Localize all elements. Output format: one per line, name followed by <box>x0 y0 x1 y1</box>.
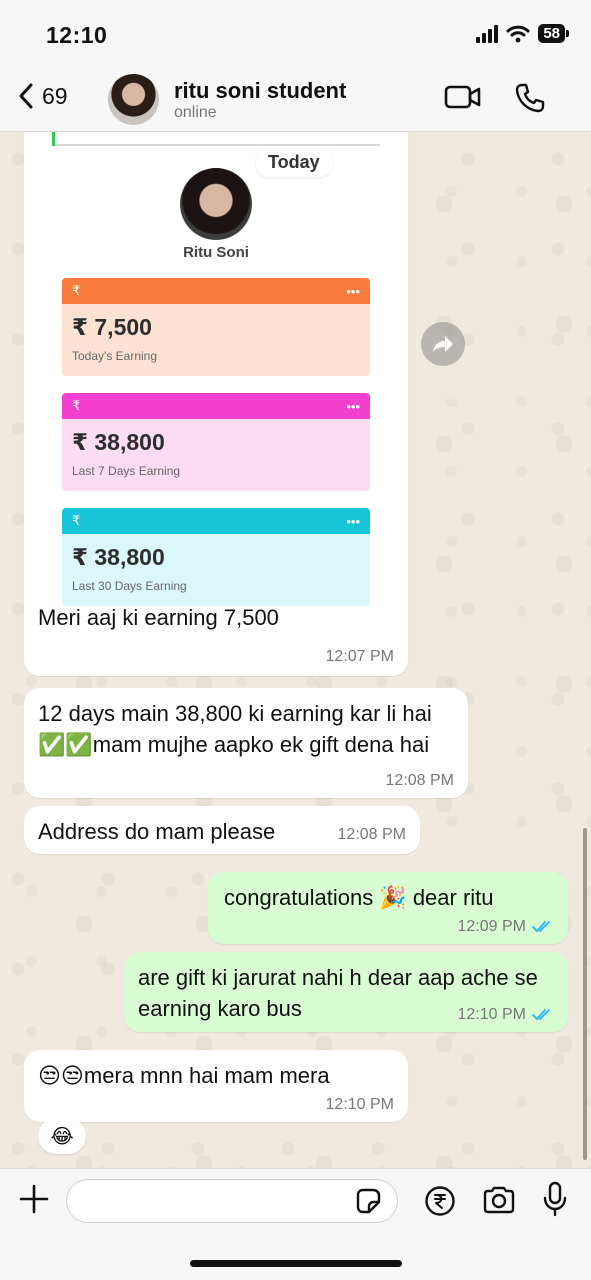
earning-card-strip: ₹ ••• <box>62 278 370 304</box>
earning-label: Today's Earning <box>72 349 158 363</box>
unread-count: 69 <box>42 82 68 109</box>
read-ticks-icon <box>532 921 550 933</box>
image-accent-bar <box>52 132 55 146</box>
video-camera-icon <box>444 85 481 109</box>
earning-card-strip: ₹ ••• <box>62 393 370 419</box>
earning-card-strip: ₹ ••• <box>62 508 370 534</box>
status-time: 12:10 <box>46 22 108 48</box>
image-message[interactable]: Ritu Soni ₹ ••• ₹ 7,500 Today's Earning … <box>24 132 408 676</box>
forward-arrow-icon <box>433 336 453 352</box>
outgoing-message[interactable]: congratulations 🎉 dear ritu 12:09 PM <box>208 872 568 944</box>
message-time: 12:10 PM <box>325 1096 394 1113</box>
read-ticks-icon <box>532 1009 550 1021</box>
payment-button[interactable] <box>424 1185 456 1217</box>
message-text: 😒😒mera mnn hai mam mera <box>38 1063 330 1088</box>
phone-icon <box>515 83 545 113</box>
rupee-symbol: ₹ <box>72 398 81 413</box>
sticker-button[interactable] <box>354 1187 382 1215</box>
wifi-icon <box>506 25 530 42</box>
earning-card-7-days: ₹ ••• ₹ 38,800 Last 7 Days Earning <box>62 393 370 491</box>
cellular-signal-icon <box>476 24 499 43</box>
rupee-icon <box>425 1186 455 1216</box>
earning-card-30-days: ₹ ••• ₹ 38,800 Last 30 Days Earning <box>62 508 370 606</box>
back-button[interactable]: 69 <box>18 82 68 110</box>
message-text: 12 days main 38,800 ki earning kar li ha… <box>38 701 432 757</box>
more-icon: ••• <box>346 513 360 529</box>
rupee-symbol: ₹ <box>72 513 81 528</box>
incoming-message[interactable]: 12 days main 38,800 ki earning kar li ha… <box>24 688 468 798</box>
message-time: 12:10 PM <box>458 1006 554 1024</box>
camera-icon <box>483 1186 515 1214</box>
sticker-icon <box>356 1188 381 1214</box>
profile-name: Ritu Soni <box>183 244 249 261</box>
reaction-badge[interactable]: 😂 <box>38 1118 86 1154</box>
outgoing-message[interactable]: are gift ki jarurat nahi h dear aap ache… <box>124 952 568 1032</box>
message-text: Meri aaj ki earning 7,500 <box>38 605 279 630</box>
attach-button[interactable] <box>18 1183 50 1215</box>
status-bar: 12:10 58 <box>0 0 591 70</box>
message-time-text: 12:10 PM <box>457 1006 526 1023</box>
message-time: 12:08 PM <box>337 826 406 843</box>
incoming-message[interactable]: 😒😒mera mnn hai mam mera 12:10 PM <box>24 1050 408 1122</box>
voice-message-button[interactable] <box>542 1181 568 1217</box>
incoming-message[interactable]: Address do mam please 12:08 PM <box>24 806 420 854</box>
earning-amount: ₹ 7,500 <box>72 314 152 340</box>
profile-photo <box>180 168 252 240</box>
camera-button[interactable] <box>482 1185 516 1215</box>
earning-card-today: ₹ ••• ₹ 7,500 Today's Earning <box>62 278 370 376</box>
message-time: 12:08 PM <box>385 772 454 789</box>
plus-icon <box>19 1184 49 1214</box>
message-time-text: 12:09 PM <box>457 918 526 935</box>
earning-label: Last 30 Days Earning <box>72 579 187 593</box>
earning-amount: ₹ 38,800 <box>72 544 165 570</box>
message-text: congratulations 🎉 dear ritu <box>224 885 494 910</box>
contact-avatar[interactable] <box>108 74 159 125</box>
home-indicator[interactable] <box>190 1260 402 1267</box>
contact-name[interactable]: ritu soni student <box>174 78 346 104</box>
contact-status: online <box>174 104 217 121</box>
battery-indicator: 58 <box>538 24 569 43</box>
rupee-symbol: ₹ <box>72 283 81 298</box>
date-separator: Today <box>256 148 332 177</box>
earning-amount: ₹ 38,800 <box>72 429 165 455</box>
chevron-left-icon <box>19 83 33 109</box>
image-divider <box>52 132 380 146</box>
more-icon: ••• <box>346 283 360 299</box>
microphone-icon <box>543 1181 567 1217</box>
chat-header: 69 ritu soni student online <box>0 70 591 132</box>
video-call-button[interactable] <box>444 84 482 110</box>
forward-button[interactable] <box>421 322 465 366</box>
message-time: 12:09 PM <box>458 918 554 936</box>
message-time: 12:07 PM <box>325 648 394 665</box>
voice-call-button[interactable] <box>514 82 546 114</box>
status-icons: 58 <box>476 24 569 43</box>
more-icon: ••• <box>346 398 360 414</box>
scrollbar[interactable] <box>583 828 587 1160</box>
chat-area[interactable]: Ritu Soni ₹ ••• ₹ 7,500 Today's Earning … <box>0 132 591 1168</box>
earning-label: Last 7 Days Earning <box>72 464 181 478</box>
shared-screenshot[interactable]: Ritu Soni ₹ ••• ₹ 7,500 Today's Earning … <box>52 132 380 610</box>
message-input[interactable] <box>66 1179 398 1223</box>
